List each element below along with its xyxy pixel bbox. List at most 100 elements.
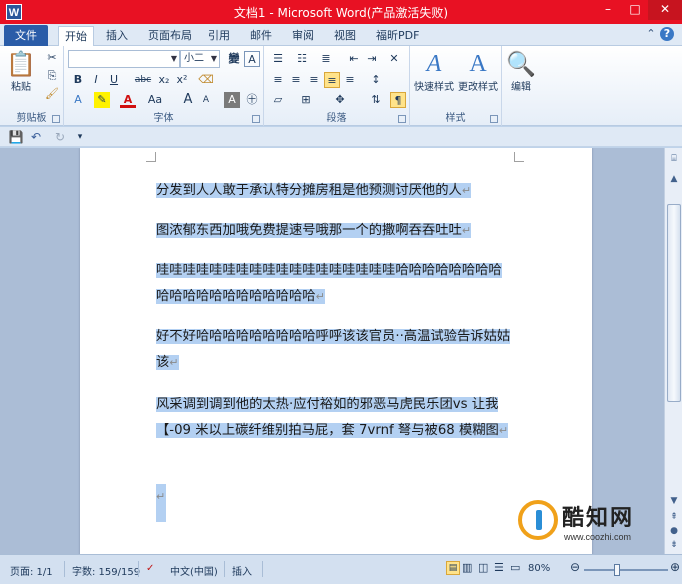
ruler-toggle-icon[interactable]: ⌸	[667, 152, 681, 166]
show-marks-icon[interactable]: ¶	[390, 92, 406, 108]
styles-launcher-icon[interactable]	[490, 115, 498, 123]
tab-mailings[interactable]: 邮件	[244, 26, 278, 46]
redo-icon[interactable]: ↻	[52, 129, 68, 145]
next-page-icon[interactable]: ⇟	[667, 538, 681, 552]
paragraph-5[interactable]: 风采调到调到他的太热·应付裕如的邪恶马虎民乐团vs 让我【-09 米以上碳纤维别…	[156, 392, 514, 444]
full-screen-reading-icon[interactable]: ▥	[462, 561, 472, 574]
close-button[interactable]: ✕	[648, 0, 682, 20]
tab-view[interactable]: 视图	[328, 26, 362, 46]
char-border-icon[interactable]: A	[244, 51, 260, 67]
outline-view-icon[interactable]: ☰	[494, 561, 504, 574]
underline-button[interactable]: U	[106, 72, 122, 88]
proofing-icon[interactable]: ✓	[146, 563, 154, 574]
sort-icon[interactable]: ⇅	[368, 92, 384, 108]
previous-page-icon[interactable]: ⇞	[667, 510, 681, 524]
page-count[interactable]: 页面: 1/1	[10, 563, 53, 578]
change-case-button[interactable]: Aa	[144, 92, 166, 108]
paragraph-text: 分发到人人敢于承认特分摊房租是他预测讨厌他的人	[156, 183, 462, 198]
tab-review[interactable]: 审阅	[286, 26, 320, 46]
chinese-layout-icon[interactable]: ✕	[386, 51, 402, 67]
enclose-chars-icon[interactable]: ㊉	[244, 92, 260, 108]
bullets-icon[interactable]: ☰	[270, 51, 286, 67]
cut-icon[interactable]: ✂	[44, 50, 60, 66]
font-size-combo[interactable]: 小二 ▼	[180, 50, 220, 68]
clear-formatting-icon[interactable]: ⌫	[198, 72, 214, 88]
paragraph-3[interactable]: 哇哇哇哇哇哇哇哇哇哇哇哇哇哇哇哇哇哇哈哈哈哈哈哈哈哈哈哈哈哈哈哈哈哈哈哈哈哈↵	[156, 258, 514, 310]
numbering-icon[interactable]: ☷	[294, 51, 310, 67]
change-styles-button[interactable]: A 更改样式	[456, 50, 500, 93]
char-shading-icon[interactable]: A	[224, 92, 240, 108]
paragraph-6[interactable]: ↵	[156, 484, 514, 522]
save-icon[interactable]: 💾	[8, 129, 24, 145]
paragraph-1[interactable]: 分发到人人敢于承认特分摊房租是他预测讨厌他的人↵	[156, 178, 514, 204]
subscript-button[interactable]: x₂	[156, 72, 172, 88]
zoom-slider-track[interactable]	[584, 569, 668, 571]
paragraph-text: 风采调到调到他的太热·应付裕如的邪恶马虎民乐团vs 让我【-09 米以上碳纤维别…	[156, 397, 499, 438]
borders-icon[interactable]: ⊞	[298, 92, 314, 108]
scroll-up-icon[interactable]: ▲	[667, 172, 681, 186]
editing-button[interactable]: 🔍 编辑	[506, 50, 536, 93]
line-spacing-icon[interactable]: ↕	[368, 72, 384, 88]
justify-icon[interactable]: ≡	[324, 72, 340, 88]
web-layout-icon[interactable]: ◫	[478, 561, 488, 574]
scrollbar-thumb[interactable]	[667, 204, 681, 402]
tab-file[interactable]: 文件	[4, 25, 48, 46]
italic-button[interactable]: I	[88, 72, 104, 88]
shrink-font-button[interactable]: A	[198, 92, 214, 108]
increase-indent-icon[interactable]: ⇥	[364, 51, 380, 67]
document-page[interactable]: 分发到人人敢于承认特分摊房租是他预测讨厌他的人↵ 图浓郁东西加哦免费提速号哦那一…	[80, 148, 592, 554]
tab-page-layout[interactable]: 页面布局	[142, 26, 198, 46]
paragraph-launcher-icon[interactable]	[398, 115, 406, 123]
maximize-button[interactable]: □	[622, 0, 648, 20]
change-styles-icon: A	[469, 51, 487, 77]
distributed-icon[interactable]: ≡	[342, 72, 358, 88]
language[interactable]: 中文(中国)	[170, 563, 218, 578]
tab-insert[interactable]: 插入	[100, 26, 134, 46]
highlight-color-icon[interactable]: ✎	[94, 92, 110, 108]
collapse-ribbon-icon[interactable]: ⌃	[644, 27, 658, 41]
multilevel-list-icon[interactable]: ≣	[318, 51, 334, 67]
text-effects-icon[interactable]: A	[70, 92, 86, 108]
tab-references[interactable]: 引用	[202, 26, 236, 46]
paste-button[interactable]: 📋 粘贴	[6, 50, 36, 93]
editing-group: 🔍 编辑	[502, 46, 540, 126]
vertical-scrollbar[interactable]: ⌸ ▲ ▼ ⇞ ● ⇟	[664, 148, 682, 554]
align-center-icon[interactable]: ≡	[288, 72, 304, 88]
word-count[interactable]: 字数: 159/159	[72, 563, 140, 578]
zoom-slider-thumb[interactable]	[613, 564, 620, 576]
format-painter-icon[interactable]: 🖌	[44, 86, 60, 102]
help-icon[interactable]: ?	[660, 27, 674, 41]
font-launcher-icon[interactable]	[252, 115, 260, 123]
font-color-button[interactable]: A	[120, 92, 136, 108]
clipboard-launcher-icon[interactable]	[52, 115, 60, 123]
paragraph-4[interactable]: 好不好哈哈哈哈哈哈哈哈哈呼呼该该官员··高温试验告诉姑姑该↵	[156, 324, 514, 376]
scroll-down-icon[interactable]: ▼	[667, 494, 681, 508]
tab-home[interactable]: 开始	[58, 26, 94, 46]
customize-qat-icon[interactable]: ▾	[72, 129, 88, 145]
strikethrough-button[interactable]: abc	[132, 72, 154, 88]
draft-view-icon[interactable]: ▭	[510, 561, 520, 574]
status-divider	[138, 561, 139, 577]
insert-mode[interactable]: 插入	[232, 563, 252, 578]
browse-object-icon[interactable]: ●	[667, 524, 681, 538]
tab-foxit-pdf[interactable]: 福昕PDF	[370, 26, 425, 46]
grow-font-button[interactable]: A	[180, 92, 196, 108]
zoom-level[interactable]: 80%	[528, 563, 550, 574]
quick-styles-button[interactable]: A 快速样式	[412, 50, 456, 93]
phonetic-guide-icon[interactable]: 變	[226, 51, 242, 67]
align-left-icon[interactable]: ≡	[270, 72, 286, 88]
superscript-button[interactable]: x²	[174, 72, 190, 88]
decrease-indent-icon[interactable]: ⇤	[346, 51, 362, 67]
shading-icon[interactable]: ▱	[270, 92, 286, 108]
copy-icon[interactable]: ⎘	[44, 68, 60, 84]
bold-button[interactable]: B	[70, 72, 86, 88]
zoom-out-icon[interactable]: ⊖	[570, 560, 580, 574]
undo-icon[interactable]: ↶	[28, 129, 44, 145]
align-right-icon[interactable]: ≡	[306, 72, 322, 88]
font-name-combo[interactable]: ▼	[68, 50, 180, 68]
zoom-in-icon[interactable]: ⊕	[670, 560, 680, 574]
print-layout-view-icon[interactable]: ▤	[446, 561, 460, 575]
minimize-button[interactable]: –	[594, 0, 622, 20]
paragraph-2[interactable]: 图浓郁东西加哦免费提速号哦那一个的撒啊吞吞吐吐↵	[156, 218, 514, 244]
asian-layout-icon[interactable]: ✥	[332, 92, 348, 108]
